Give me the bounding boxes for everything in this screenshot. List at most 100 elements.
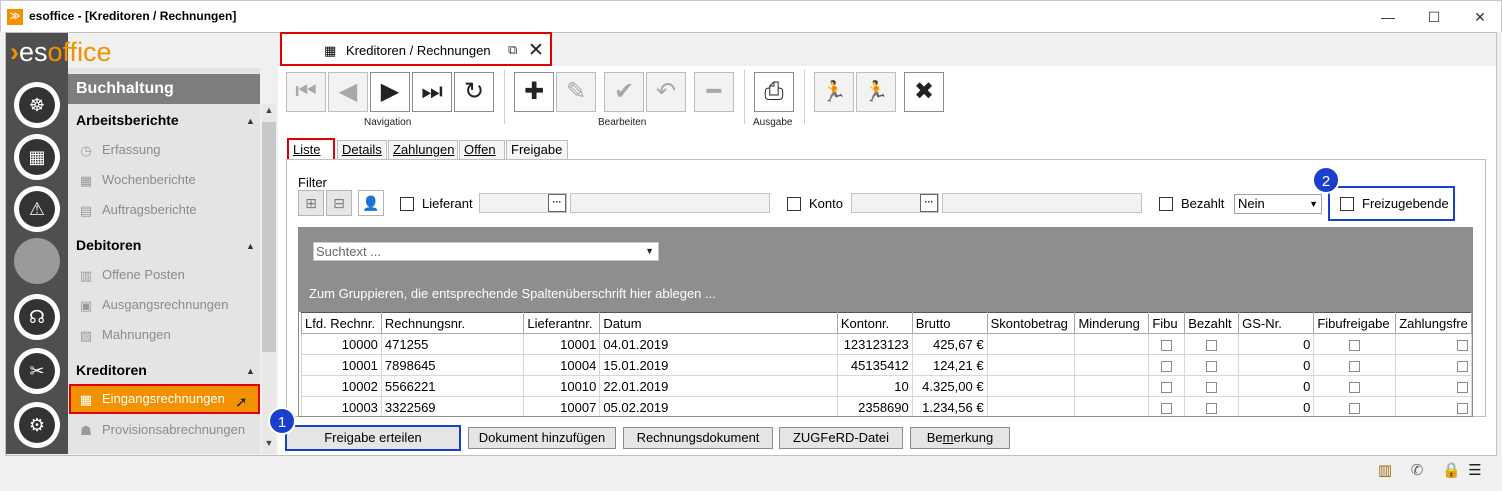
konto-lookup-button[interactable]: ··· [920,194,938,212]
lieferant-lookup-button[interactable]: ··· [548,194,566,212]
column-header[interactable]: Kontonr. [836,312,913,334]
table-row[interactable]: 10003 3322569 10007 05.02.2019 2358690 1… [301,396,1472,416]
bezahlt-row-checkbox[interactable] [1206,339,1218,351]
phone-icon[interactable]: ✆ [1408,462,1426,480]
close-tab-icon[interactable]: ✕ [528,39,544,62]
lock-icon[interactable]: 🔒 [1442,462,1461,480]
building-icon[interactable]: ▥ [1376,462,1394,480]
column-header[interactable]: Lieferantnr. [523,312,601,334]
zahlungsfreigabe-checkbox[interactable] [1457,360,1468,372]
column-header[interactable]: Datum [599,312,838,334]
zahlungsfreigabe-checkbox[interactable] [1457,381,1468,393]
collapse-arrow-icon[interactable]: ▲ [246,366,255,376]
tab-offen[interactable]: Offen [459,140,505,160]
nav-section-debitoren[interactable]: Debitoren [76,237,141,253]
zahlungsfreigabe-checkbox[interactable] [1457,402,1468,414]
bezahlt-row-checkbox[interactable] [1206,360,1218,372]
database-icon[interactable]: ☰ [1466,462,1484,480]
fibufreigabe-checkbox[interactable] [1349,360,1361,372]
confirm-button[interactable]: ✔ [604,72,644,112]
bezahlt-row-checkbox[interactable] [1206,402,1218,414]
undo-button[interactable]: ↶ [646,72,686,112]
lieferant-checkbox[interactable] [400,197,414,211]
bemerkung-button[interactable]: Bemerkung [910,427,1010,449]
last-record-button[interactable]: ⏭ [412,72,452,112]
scroll-down-icon[interactable]: ▼ [262,438,276,454]
run-action-button[interactable]: 🏃 [814,72,854,112]
collapse-arrow-icon[interactable]: ▲ [246,241,255,251]
tab-details[interactable]: Details [337,140,387,160]
print-button[interactable]: ⎙ [754,72,794,112]
konto-checkbox[interactable] [787,197,801,211]
fibu-checkbox[interactable] [1161,381,1173,393]
sidebar-item-ausgangsrechnungen[interactable]: ▣ Ausgangsrechnungen [76,293,260,317]
table-row[interactable]: 10001 7898645 10004 15.01.2019 45135412 … [301,354,1472,376]
nav-section-arbeitsberichte[interactable]: Arbeitsberichte [76,112,179,128]
previous-record-button[interactable]: ◀ [328,72,368,112]
column-header[interactable]: Fibu [1148,312,1186,334]
add-button[interactable]: ✚ [514,72,554,112]
first-record-button[interactable]: ⏮ [286,72,326,112]
sidebar-item-offene-posten[interactable]: ▥ Offene Posten [76,263,260,287]
freigabe-erteilen-button[interactable]: Freigabe erteilen [285,425,461,451]
column-header[interactable]: GS-Nr. [1238,312,1315,334]
external-link-icon[interactable]: ⧉ [508,42,517,58]
refresh-button[interactable]: ↻ [454,72,494,112]
sidebar-item-mahnungen[interactable]: ▧ Mahnungen [76,323,260,347]
konto-name-field[interactable] [942,193,1142,213]
fibu-checkbox[interactable] [1161,360,1173,372]
bezahlt-checkbox[interactable] [1159,197,1173,211]
maximize-button[interactable]: ☐ [1411,1,1457,33]
fibufreigabe-checkbox[interactable] [1349,381,1361,393]
cancel-button[interactable]: ✖ [904,72,944,112]
document-tab[interactable]: ▦ Kreditoren / Rechnungen ⧉ ✕ [280,32,552,66]
column-header[interactable]: Skontobetrag [986,312,1076,334]
sidebar-item-wochenberichte[interactable]: ▦ Wochenberichte [76,168,260,192]
fibu-checkbox[interactable] [1161,339,1173,351]
module-settings-icon[interactable]: ⚙ [14,402,60,448]
column-header[interactable]: Bezahlt [1184,312,1240,334]
module-alarm-icon[interactable]: ⚠ [14,186,60,232]
module-tools-icon[interactable]: ✂ [14,348,60,394]
filter-edit-icon[interactable]: ⊟ [326,190,352,216]
tab-zahlungen[interactable]: Zahlungen [388,140,458,160]
zahlungsfreigabe-checkbox[interactable] [1457,339,1468,351]
fibu-checkbox[interactable] [1161,402,1173,414]
minimize-button[interactable]: — [1365,1,1411,33]
column-header[interactable]: Zahlungsfre [1395,312,1472,334]
dokument-hinzufuegen-button[interactable]: Dokument hinzufügen [468,427,616,449]
close-window-button[interactable]: ✕ [1457,1,1502,33]
nav-scroll-thumb[interactable] [262,122,276,352]
zugferd-datei-button[interactable]: ZUGFeRD-Datei [779,427,903,449]
sidebar-item-eingangsrechnungen[interactable]: ▦ Eingangsrechnungen ➚ [69,384,260,414]
rechnungsdokument-button[interactable]: Rechnungsdokument [623,427,773,449]
column-header[interactable]: Fibufreigabe [1313,312,1397,334]
module-helm-icon[interactable]: ☸ [14,82,60,128]
table-row[interactable]: 10002 5566221 10010 22.01.2019 10 4.325,… [301,375,1472,397]
freizugebende-checkbox[interactable] [1340,197,1354,211]
scroll-up-icon[interactable]: ▲ [262,105,276,121]
fibufreigabe-checkbox[interactable] [1349,402,1361,414]
bezahlt-row-checkbox[interactable] [1206,381,1218,393]
bezahlt-select[interactable]: Nein ▼ [1234,194,1322,214]
column-header[interactable]: Rechnungsnr. [380,312,525,334]
table-row[interactable]: 10000 471255 10001 04.01.2019 123123123 … [301,333,1472,355]
module-accounting-icon[interactable]: ▦ [14,134,60,180]
column-header[interactable]: Minderung [1074,312,1150,334]
next-record-button[interactable]: ▶ [370,72,410,112]
sidebar-item-erfassung[interactable]: ◷ Erfassung [76,138,260,162]
module-headset-icon[interactable]: ☊ [14,294,60,340]
tab-freigabe[interactable]: Freigabe [506,140,568,160]
nav-section-kreditoren[interactable]: Kreditoren [76,362,147,378]
sidebar-item-auftragsberichte[interactable]: ▤ Auftragsberichte [76,198,260,222]
sidebar-item-provisionsabrechnungen[interactable]: ☗ Provisionsabrechnungen [76,418,260,442]
filter-add-icon[interactable]: ⊞ [298,190,324,216]
column-header[interactable]: Lfd. Rechnr. [301,312,382,334]
person-filter-icon[interactable]: 👤 [358,190,384,216]
search-input[interactable]: Suchtext ... ▼ [313,242,659,261]
column-header[interactable]: Brutto [911,312,988,334]
run-action-2-button[interactable]: 🏃 [856,72,896,112]
collapse-arrow-icon[interactable]: ▲ [246,116,255,126]
fibufreigabe-checkbox[interactable] [1349,339,1361,351]
edit-button[interactable]: ✎ [556,72,596,112]
